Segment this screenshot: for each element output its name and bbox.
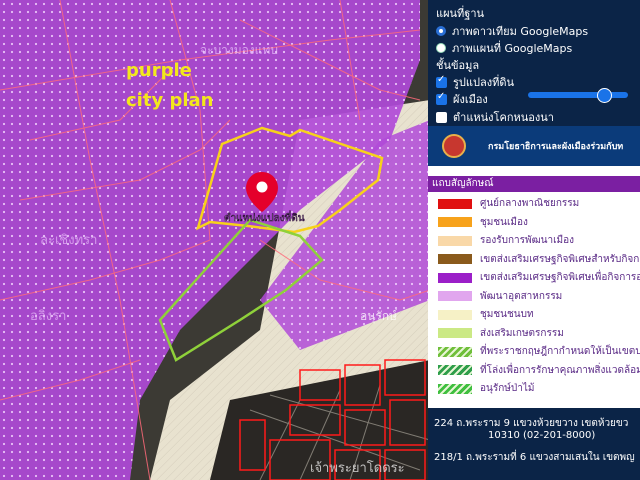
legend-panel: กรมโยธาธิการและผังเมืองร่วมกับท แถบสัญลั… <box>428 126 640 408</box>
annotation-city-plan: city plan <box>126 90 214 111</box>
legend-label: อนุรักษ์ป่าไม้ <box>480 383 535 394</box>
legend-swatch <box>438 235 472 246</box>
checkbox-checked-icon[interactable] <box>436 91 447 105</box>
legend-subtitle: แถบสัญลักษณ์ <box>428 176 640 192</box>
legend-label: ที่โล่งเพื่อการรักษาคุณภาพสิ่งแวดล้อม <box>480 364 640 376</box>
layers-heading: ชั้นข้อมูล <box>436 59 480 72</box>
radio-selected-icon[interactable] <box>436 26 446 36</box>
marker-label: ตำแหน่งแปลงที่ดิน <box>224 210 305 224</box>
basemap-heading: แผนที่ฐาน <box>436 7 485 20</box>
legend-item: อนุรักษ์ป่าไม้ <box>438 383 534 394</box>
slider-handle[interactable] <box>597 88 612 103</box>
department-seal-icon <box>442 134 466 158</box>
place-label-left-1: ละเชิงทรา <box>40 233 97 248</box>
basemap-option-satellite[interactable]: ภาพดาวเทียม GoogleMaps <box>436 22 588 40</box>
legend-item: เขตส่งเสริมเศรษฐกิจพิเศษสำหรับกิจกา <box>438 254 640 265</box>
legend-item: ส่งเสริมเกษตรกรรม <box>438 328 564 339</box>
legend-label: เขตส่งเสริมเศรษฐกิจพิเศษสำหรับกิจกา <box>480 253 640 265</box>
address-line-3: 218/1 ถ.พระรามที่ 6 แขวงสามเสนใน เขตพญ <box>434 452 635 463</box>
place-label-right: อนุรักษ์ <box>360 309 397 324</box>
radio-icon[interactable] <box>436 43 446 53</box>
legend-swatch <box>438 198 472 209</box>
layer-label: ผังเมือง <box>453 93 488 106</box>
place-label-top: จะบางมองแทบ <box>200 43 278 57</box>
legend-swatch <box>438 365 472 375</box>
legend-item: ที่พระราชกฤษฎีกากำหนดให้เป็นเขตปฏ <box>438 346 640 357</box>
legend-label: เขตส่งเสริมเศรษฐกิจพิเศษเพื่อกิจการอุ <box>480 272 640 283</box>
legend-swatch <box>438 291 472 301</box>
legend-item: เขตส่งเสริมเศรษฐกิจพิเศษเพื่อกิจการอุ <box>438 272 640 283</box>
annotation-purple: purple <box>126 60 192 81</box>
address-line-2: 10310 (02-201-8000) <box>488 430 596 441</box>
layer-khok-nong-na[interactable]: ตำแหน่งโคกหนองนา <box>436 108 554 126</box>
legend-item: ชุมชนเมือง <box>438 217 528 228</box>
legend-label: พัฒนาอุตสาหกรรม <box>480 290 563 302</box>
legend-swatch <box>438 346 472 357</box>
basemap-option-label: ภาพแผนที่ GoogleMaps <box>452 42 573 55</box>
legend-item: ศูนย์กลางพาณิชยกรรม <box>438 198 579 209</box>
checkbox-icon[interactable] <box>436 111 447 123</box>
legend-item: ชุมชนชนบท <box>438 309 534 320</box>
legend-swatch <box>438 328 472 338</box>
legend-swatch <box>438 254 472 264</box>
legend-header: กรมโยธาธิการและผังเมืองร่วมกับท <box>428 126 640 166</box>
legend-label: ศูนย์กลางพาณิชยกรรม <box>480 198 580 209</box>
legend-label: ชุมชนเมือง <box>480 216 528 228</box>
opacity-slider[interactable] <box>528 88 628 103</box>
legend-label: ที่พระราชกฤษฎีกากำหนดให้เป็นเขตปฏ <box>480 346 640 357</box>
checkbox-checked-icon[interactable] <box>436 74 447 88</box>
legend-header-title: กรมโยธาธิการและผังเมืองร่วมกับท <box>488 142 624 152</box>
place-label-left-2: อลิงรา <box>30 309 66 324</box>
basemap-option-map[interactable]: ภาพแผนที่ GoogleMaps <box>436 39 572 57</box>
address-footer: 224 ถ.พระราม 9 แขวงห้วยขวาง เขตห้วยขว 10… <box>428 408 640 480</box>
legend-swatch <box>438 272 472 283</box>
legend-item: ที่โล่งเพื่อการรักษาคุณภาพสิ่งแวดล้อม <box>438 365 640 376</box>
legend-label: ชุมชนชนบท <box>480 309 534 320</box>
legend-swatch <box>438 383 472 394</box>
legend-label: ส่งเสริมเกษตรกรรม <box>480 327 564 339</box>
layer-label: รูปแปลงที่ดิน <box>453 76 514 89</box>
layer-label: ตำแหน่งโคกหนองนา <box>453 111 554 124</box>
place-label-bottom: เจ้าพระยาโดดระ <box>310 460 405 476</box>
layer-city-plan[interactable]: ผังเมือง <box>436 90 488 108</box>
legend-item: พัฒนาอุตสาหกรรม <box>438 291 562 302</box>
address-line-1: 224 ถ.พระราม 9 แขวงห้วยขวาง เขตห้วยขว <box>434 418 629 429</box>
legend-item: รองรับการพัฒนาเมือง <box>438 235 574 246</box>
legend-swatch <box>438 217 472 227</box>
legend-label: รองรับการพัฒนาเมือง <box>480 235 574 246</box>
basemap-option-label: ภาพดาวเทียม GoogleMaps <box>452 25 589 38</box>
layer-parcels[interactable]: รูปแปลงที่ดิน <box>436 73 514 91</box>
legend-swatch <box>438 309 472 320</box>
